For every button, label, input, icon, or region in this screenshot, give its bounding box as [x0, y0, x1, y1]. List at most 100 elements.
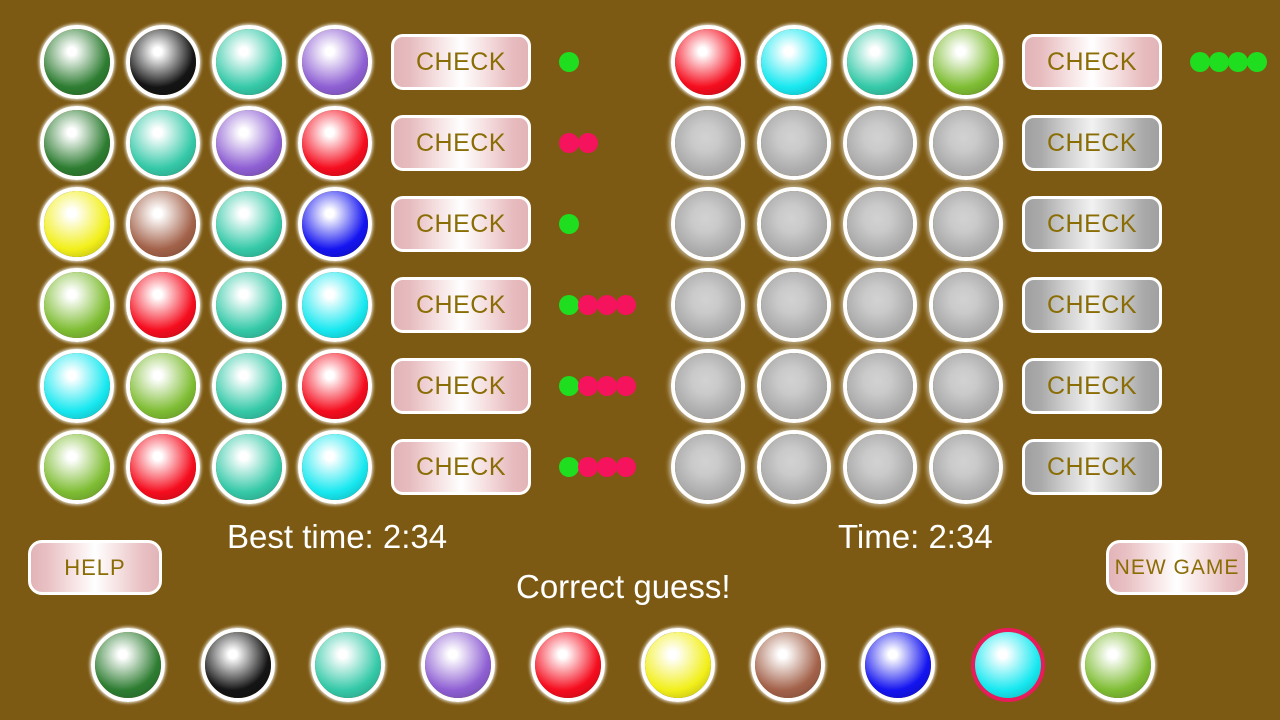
palette-swatch-teal[interactable]	[311, 628, 385, 702]
peg-slot-empty[interactable]	[671, 349, 745, 423]
peg-ball	[130, 191, 196, 257]
peg-ball	[675, 29, 741, 95]
peg-slot-red[interactable]	[126, 430, 200, 504]
peg-ball	[130, 353, 196, 419]
new-game-button[interactable]: NEW GAME	[1106, 540, 1248, 595]
peg-slot-teal[interactable]	[212, 25, 286, 99]
help-button[interactable]: HELP	[28, 540, 162, 595]
peg-slot-empty[interactable]	[671, 106, 745, 180]
feedback-pegs	[559, 376, 636, 396]
peg-slot-teal[interactable]	[212, 430, 286, 504]
peg-ball	[847, 29, 913, 95]
check-button[interactable]: CHECK	[391, 115, 531, 171]
peg-slot-empty[interactable]	[757, 187, 831, 261]
peg-slot-red[interactable]	[298, 106, 372, 180]
peg-slot-cyan[interactable]	[757, 25, 831, 99]
peg-slot-red[interactable]	[126, 268, 200, 342]
check-button[interactable]: CHECK	[391, 34, 531, 90]
palette-ball	[865, 632, 931, 698]
peg-slot-empty[interactable]	[671, 187, 745, 261]
peg-slot-teal[interactable]	[843, 25, 917, 99]
peg-slot-empty[interactable]	[929, 268, 1003, 342]
peg-ball	[933, 191, 999, 257]
peg-slot-black[interactable]	[126, 25, 200, 99]
peg-slot-empty[interactable]	[929, 349, 1003, 423]
peg-ball	[302, 29, 368, 95]
peg-slot-yellow_green[interactable]	[929, 25, 1003, 99]
peg-slot-yellow_green[interactable]	[40, 268, 114, 342]
feedback-exact-dot	[1190, 52, 1210, 72]
peg-slot-cyan[interactable]	[40, 349, 114, 423]
peg-ball	[302, 272, 368, 338]
peg-slot-empty[interactable]	[757, 106, 831, 180]
peg-slot-purple[interactable]	[298, 25, 372, 99]
peg-slot-blue[interactable]	[298, 187, 372, 261]
check-button[interactable]: CHECK	[391, 196, 531, 252]
palette-swatch-red[interactable]	[531, 628, 605, 702]
palette-swatch-dark_green[interactable]	[91, 628, 165, 702]
peg-ball	[216, 434, 282, 500]
peg-ball	[675, 434, 741, 500]
peg-ball	[761, 434, 827, 500]
peg-slot-purple[interactable]	[212, 106, 286, 180]
palette-swatch-yellow[interactable]	[641, 628, 715, 702]
peg-slot-cyan[interactable]	[298, 268, 372, 342]
peg-slot-teal[interactable]	[212, 268, 286, 342]
feedback-colour-dot	[616, 295, 636, 315]
peg-slot-dark_green[interactable]	[40, 25, 114, 99]
best-time-label: Best time: 2:34	[227, 518, 448, 555]
palette-swatch-brown[interactable]	[751, 628, 825, 702]
peg-slot-yellow_green[interactable]	[40, 430, 114, 504]
peg-slot-empty[interactable]	[757, 268, 831, 342]
peg-slot-empty[interactable]	[671, 430, 745, 504]
peg-slot-empty[interactable]	[929, 187, 1003, 261]
peg-slot-empty[interactable]	[843, 268, 917, 342]
palette-swatch-cyan[interactable]	[971, 628, 1045, 702]
peg-slot-red[interactable]	[298, 349, 372, 423]
feedback-exact-dot	[559, 376, 579, 396]
peg-slot-dark_green[interactable]	[40, 106, 114, 180]
peg-slot-cyan[interactable]	[298, 430, 372, 504]
peg-slot-empty[interactable]	[843, 106, 917, 180]
palette-swatch-blue[interactable]	[861, 628, 935, 702]
peg-slot-empty[interactable]	[929, 106, 1003, 180]
peg-ball	[216, 272, 282, 338]
check-button: CHECK	[1022, 115, 1162, 171]
peg-slot-empty[interactable]	[757, 430, 831, 504]
check-button[interactable]: CHECK	[391, 277, 531, 333]
peg-slot-empty[interactable]	[757, 349, 831, 423]
peg-slot-empty[interactable]	[671, 268, 745, 342]
peg-slot-teal[interactable]	[212, 187, 286, 261]
game-message: Correct guess!	[516, 568, 731, 605]
peg-ball	[933, 353, 999, 419]
peg-ball	[675, 272, 741, 338]
peg-slot-yellow[interactable]	[40, 187, 114, 261]
peg-slot-teal[interactable]	[212, 349, 286, 423]
peg-slot-empty[interactable]	[929, 430, 1003, 504]
peg-slot-teal[interactable]	[126, 106, 200, 180]
peg-ball	[675, 110, 741, 176]
check-button[interactable]: CHECK	[391, 439, 531, 495]
palette-swatch-purple[interactable]	[421, 628, 495, 702]
peg-ball	[302, 191, 368, 257]
check-button[interactable]: CHECK	[391, 358, 531, 414]
check-button[interactable]: CHECK	[1022, 34, 1162, 90]
peg-slot-empty[interactable]	[843, 349, 917, 423]
peg-slot-red[interactable]	[671, 25, 745, 99]
check-button: CHECK	[1022, 196, 1162, 252]
time-label: Time: 2:34	[838, 518, 993, 555]
peg-ball	[847, 353, 913, 419]
game-board: CHECK CHECK CHECK CHECK CHECK CHECK CHECK CHEC…	[0, 0, 1280, 720]
palette-ball	[755, 632, 821, 698]
peg-ball	[675, 353, 741, 419]
peg-slot-empty[interactable]	[843, 430, 917, 504]
check-button: CHECK	[1022, 277, 1162, 333]
palette-swatch-yellow_green[interactable]	[1081, 628, 1155, 702]
peg-slot-yellow_green[interactable]	[126, 349, 200, 423]
peg-slot-brown[interactable]	[126, 187, 200, 261]
peg-ball	[761, 110, 827, 176]
peg-ball	[216, 191, 282, 257]
feedback-exact-dot	[1247, 52, 1267, 72]
peg-slot-empty[interactable]	[843, 187, 917, 261]
palette-swatch-black[interactable]	[201, 628, 275, 702]
